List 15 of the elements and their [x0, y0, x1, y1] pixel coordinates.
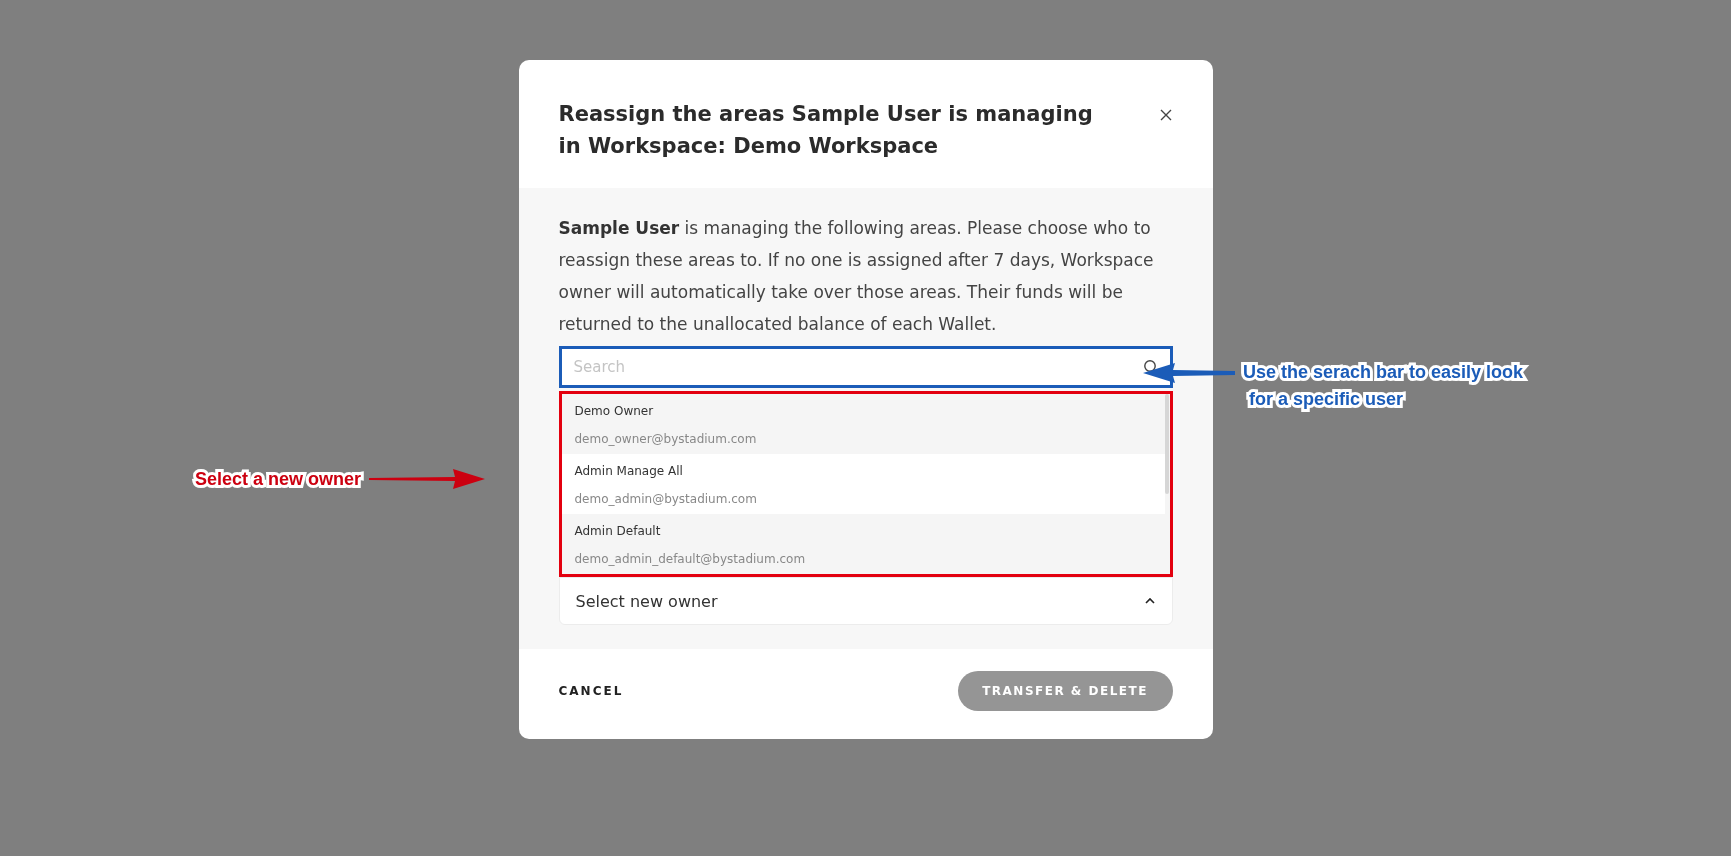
owner-select[interactable]: Select new owner — [558, 577, 1173, 625]
arrow-icon — [1143, 362, 1235, 384]
dialog-title: Reassign the areas Sample User is managing in Workspace: Demo Workspace — [558, 101, 1094, 160]
cancel-button[interactable]: CANCEL — [558, 676, 624, 706]
arrow-icon — [369, 468, 486, 490]
owner-option[interactable]: Admin Default demo_admin_default@bystadium.com — [561, 514, 1165, 574]
close-icon[interactable] — [1158, 108, 1173, 122]
owner-option[interactable]: Demo Owner demo_owner@bystadium.com — [561, 394, 1165, 454]
dialog-message: Sample User is managing the following areas. Please choose who to reassign these areas to. If no one is assigned after 7 days, Workspace owner will automatically take over those areas. Their funds will be returned to the unallocated balance of each Wallet. — [558, 217, 1155, 336]
annotation-text: Use the serach bar to easily look — [1243, 362, 1524, 383]
caret-icon — [1143, 597, 1156, 605]
scrollbar-thumb[interactable] — [1164, 394, 1169, 494]
annotation-text: for a specific user — [1248, 389, 1405, 410]
annotation-text: Select a new owner — [195, 468, 362, 490]
search-field[interactable]: Search — [558, 346, 1173, 388]
